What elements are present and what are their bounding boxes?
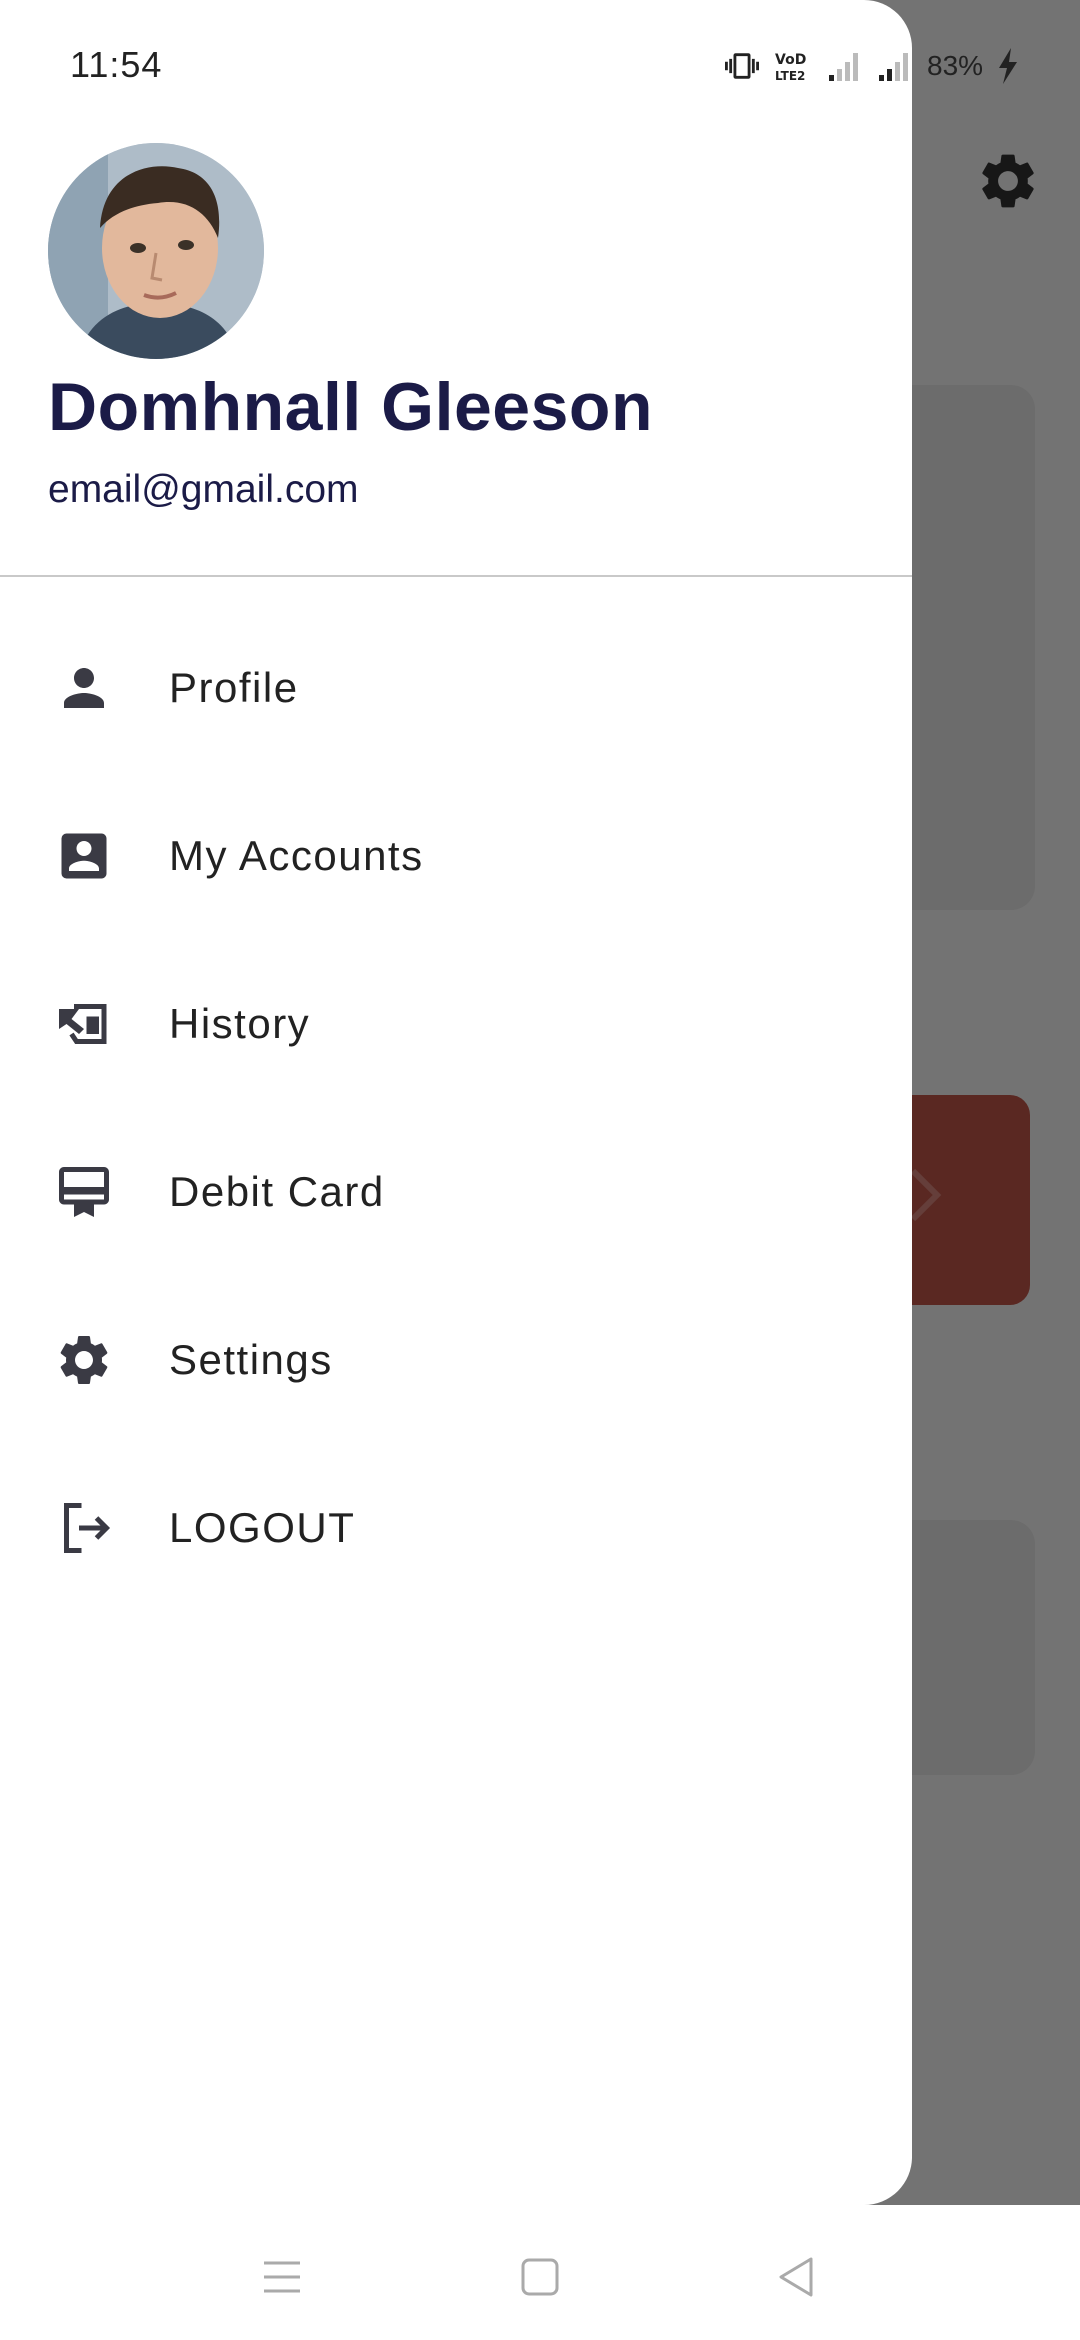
menu-item-label: History — [169, 1000, 311, 1047]
menu-item-label: Debit Card — [169, 1168, 385, 1215]
navigation-drawer: Domhnall Gleeson email@gmail.com Profile… — [0, 0, 912, 2205]
avatar[interactable] — [48, 143, 264, 359]
avatar-photo — [48, 143, 264, 359]
history-icon — [54, 994, 114, 1054]
menu-item-label: Settings — [169, 1336, 333, 1383]
drawer-menu: Profile My Accounts History Debit Card S… — [0, 604, 912, 1612]
menu-item-profile[interactable]: Profile — [0, 604, 912, 772]
account-box-icon — [54, 826, 114, 886]
menu-item-label: My Accounts — [169, 832, 424, 879]
system-nav-bar — [0, 2205, 1080, 2340]
vibrate-icon — [725, 53, 759, 79]
signal-icon — [879, 53, 908, 81]
menu-lines-icon[interactable] — [252, 2247, 312, 2307]
battery-percent: 83% — [927, 50, 984, 81]
back-triangle-icon[interactable] — [765, 2247, 825, 2307]
home-square-icon[interactable] — [510, 2247, 570, 2307]
signal-weak-icon — [829, 53, 858, 81]
volte-icon: VoDLTE2 — [775, 52, 806, 83]
status-bar: 11:54 VoD LTE2 83% — [0, 0, 1080, 130]
status-time: 11:54 — [70, 44, 163, 85]
charging-bolt-icon — [999, 48, 1018, 84]
menu-item-debit-card[interactable]: Debit Card — [0, 1108, 912, 1276]
menu-item-logout[interactable]: LOGOUT — [0, 1444, 912, 1612]
svg-text:VoD: VoD — [775, 52, 806, 68]
menu-item-settings[interactable]: Settings — [0, 1276, 912, 1444]
menu-item-history[interactable]: History — [0, 940, 912, 1108]
menu-item-label: Profile — [169, 664, 299, 711]
gear-icon — [54, 1330, 114, 1390]
status-icons: VoD LTE2 83% — [725, 46, 1019, 86]
menu-item-my-accounts[interactable]: My Accounts — [0, 772, 912, 940]
svg-text:LTE2: LTE2 — [775, 69, 805, 83]
user-name: Domhnall Gleeson — [48, 369, 653, 445]
person-icon — [54, 658, 114, 718]
user-email: email@gmail.com — [48, 468, 359, 511]
menu-item-label: LOGOUT — [169, 1504, 356, 1551]
card-icon — [54, 1162, 114, 1222]
divider — [0, 575, 912, 577]
logout-icon — [54, 1498, 114, 1558]
